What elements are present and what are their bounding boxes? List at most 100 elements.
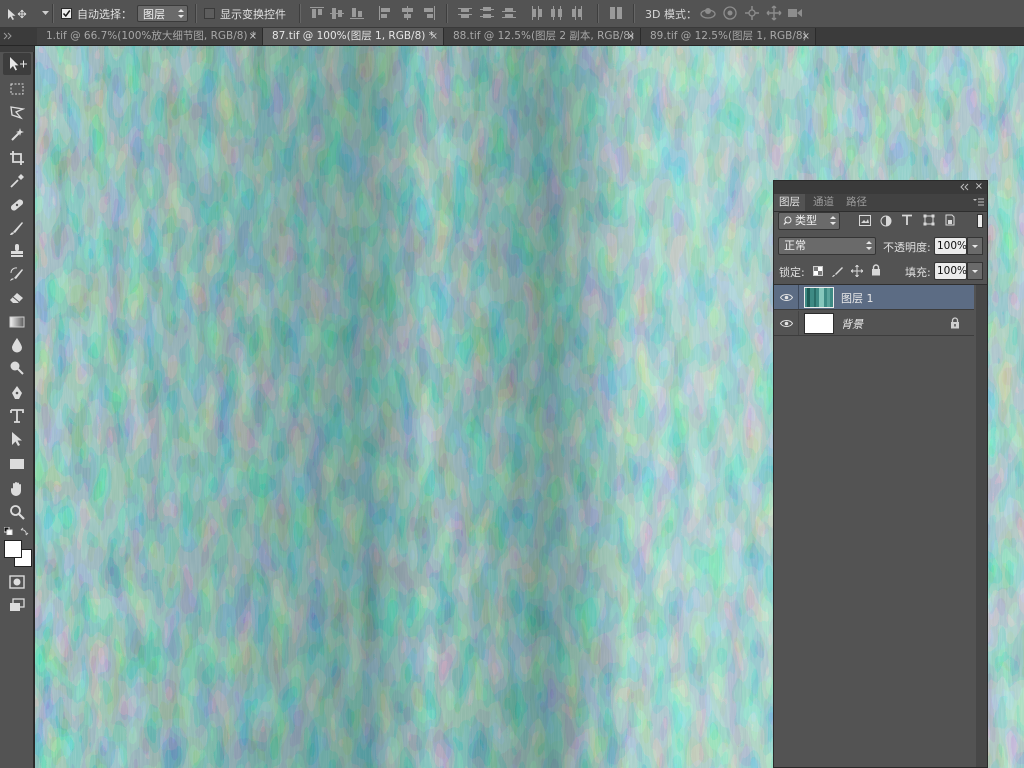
document-tab-bar: 1.tif @ 66.7%(100%放大细节图, RGB/8) * × 87.t… [0,28,1024,46]
options-bar: 自动选择： 图层 显示变换控件 3D 模式： [0,0,1024,28]
filter-kind-dropdown[interactable]: 类型 [778,212,840,230]
move-tool[interactable] [3,53,31,75]
panel-header-bar[interactable]: × [774,181,987,194]
slide-3d-object-icon[interactable] [766,5,782,21]
brush-tool[interactable] [9,220,25,236]
layers-scrollbar[interactable] [976,285,987,767]
water-drop-icon [12,338,22,353]
align-horizontal-centers-icon[interactable] [400,6,414,20]
rotate-3d-object-icon[interactable] [700,5,716,21]
quick-selection-tool[interactable] [9,126,25,142]
eyedropper-tool[interactable] [9,173,25,189]
spot-healing-brush-tool[interactable] [9,197,25,213]
tab-label: 1.tif @ 66.7%(100%放大细节图, RGB/8) * [46,30,257,42]
tool-preset-picker[interactable] [5,0,49,27]
smart-object-filter-icon[interactable] [944,214,956,226]
tools-panel [0,46,34,768]
opacity-input[interactable]: 100% [934,237,967,255]
distribute-horizontal-centers-icon[interactable] [550,6,564,20]
history-brush-tool[interactable] [9,266,25,282]
tab-paths[interactable]: 路径 [841,194,872,211]
search-icon [783,213,792,229]
close-panel-icon[interactable]: × [975,182,983,192]
zoom-tool[interactable] [9,504,25,520]
blur-tool[interactable] [9,337,25,353]
blend-mode-dropdown[interactable]: 正常 [778,237,876,255]
distribute-vertical-centers-icon[interactable] [480,6,494,20]
auto-select-target-dropdown[interactable]: 图层 [137,5,188,22]
align-bottom-edges-icon[interactable] [350,6,364,20]
bandage-icon [10,199,24,211]
panel-menu-icon[interactable] [973,198,984,207]
lasso-tool[interactable] [9,104,25,120]
hand-tool[interactable] [9,481,25,497]
blend-mode-value: 正常 [784,239,806,252]
lock-all-icon[interactable] [871,264,881,276]
tab-88-tif[interactable]: 88.tif @ 12.5%(图层 2 副本, RGB/8) × [444,28,641,45]
rectangle-tool[interactable] [9,456,25,472]
tab-1-tif[interactable]: 1.tif @ 66.7%(100%放大细节图, RGB/8) * × [37,28,263,45]
visibility-eye-icon[interactable] [780,293,793,302]
chevron-down-icon [972,270,978,273]
filter-toggle-switch[interactable] [977,214,983,228]
pen-tool[interactable] [9,385,25,401]
dodge-tool[interactable] [9,360,25,376]
lock-icon[interactable] [950,317,960,329]
quick-mask-toggle[interactable] [9,574,25,590]
type-tool[interactable] [9,408,25,424]
distribute-right-edges-icon[interactable] [570,6,584,20]
gradient-tool[interactable] [9,314,25,330]
screen-mode-button[interactable] [9,597,25,613]
show-transform-checkbox[interactable] [204,8,215,19]
toolbar-grip[interactable] [0,46,34,52]
distribute-bottom-edges-icon[interactable] [502,6,516,20]
chevron-down-icon [972,245,978,248]
pixel-layer-filter-icon[interactable] [859,215,871,226]
adjustment-layer-filter-icon[interactable] [880,215,892,227]
drag-3d-object-icon[interactable] [744,5,760,21]
close-tab-icon[interactable]: × [249,28,257,45]
tab-layers[interactable]: 图层 [774,194,805,211]
type-layer-filter-icon[interactable] [901,214,913,226]
close-tab-icon[interactable]: × [627,28,635,45]
lock-image-pixels-icon[interactable] [832,265,844,277]
eraser-tool[interactable] [9,289,25,305]
fill-input[interactable]: 100% [934,262,967,280]
auto-select-checkbox[interactable] [61,8,72,19]
layer-name: 图层 1 [841,292,874,305]
layer-row-background[interactable]: 背景 [774,311,974,336]
default-colors-icon[interactable] [4,527,14,535]
path-selection-tool[interactable] [9,431,25,447]
show-transform-label: 显示变换控件 [220,7,286,21]
close-tab-icon[interactable]: × [802,28,810,45]
close-tab-icon[interactable]: × [430,28,438,45]
scale-3d-object-icon[interactable] [787,5,803,21]
fill-slider-toggle[interactable] [967,262,983,280]
swap-colors-icon[interactable] [20,527,29,536]
visibility-eye-icon[interactable] [780,319,793,328]
align-right-edges-icon[interactable] [422,6,436,20]
rectangular-marquee-tool[interactable] [9,81,25,97]
shape-layer-filter-icon[interactable] [923,214,935,226]
collapse-panel-icon[interactable] [960,183,969,191]
quick-mask-icon [9,575,25,589]
tab-87-tif[interactable]: 87.tif @ 100%(图层 1, RGB/8) * × [263,28,444,45]
opacity-slider-toggle[interactable] [967,237,983,255]
collapse-arrows-icon[interactable] [3,32,13,40]
auto-align-layers-icon[interactable] [609,6,623,20]
align-left-edges-icon[interactable] [378,6,392,20]
roll-3d-object-icon[interactable] [722,5,738,21]
lock-transparent-pixels-icon[interactable] [813,266,823,276]
distribute-top-edges-icon[interactable] [458,6,472,20]
align-top-edges-icon[interactable] [310,6,324,20]
align-vertical-centers-icon[interactable] [330,6,344,20]
distribute-left-edges-icon[interactable] [530,6,544,20]
tab-89-tif[interactable]: 89.tif @ 12.5%(图层 1, RGB/8) × [641,28,816,45]
crop-tool[interactable] [9,150,25,166]
lock-position-icon[interactable] [851,265,863,277]
clone-stamp-tool[interactable] [9,243,25,259]
layer-row-layer-1[interactable]: 图层 1 [774,285,974,310]
foreground-color-swatch[interactable] [4,540,22,558]
auto-select-control: 自动选择： 图层 [61,0,188,27]
tab-channels[interactable]: 通道 [808,194,839,211]
